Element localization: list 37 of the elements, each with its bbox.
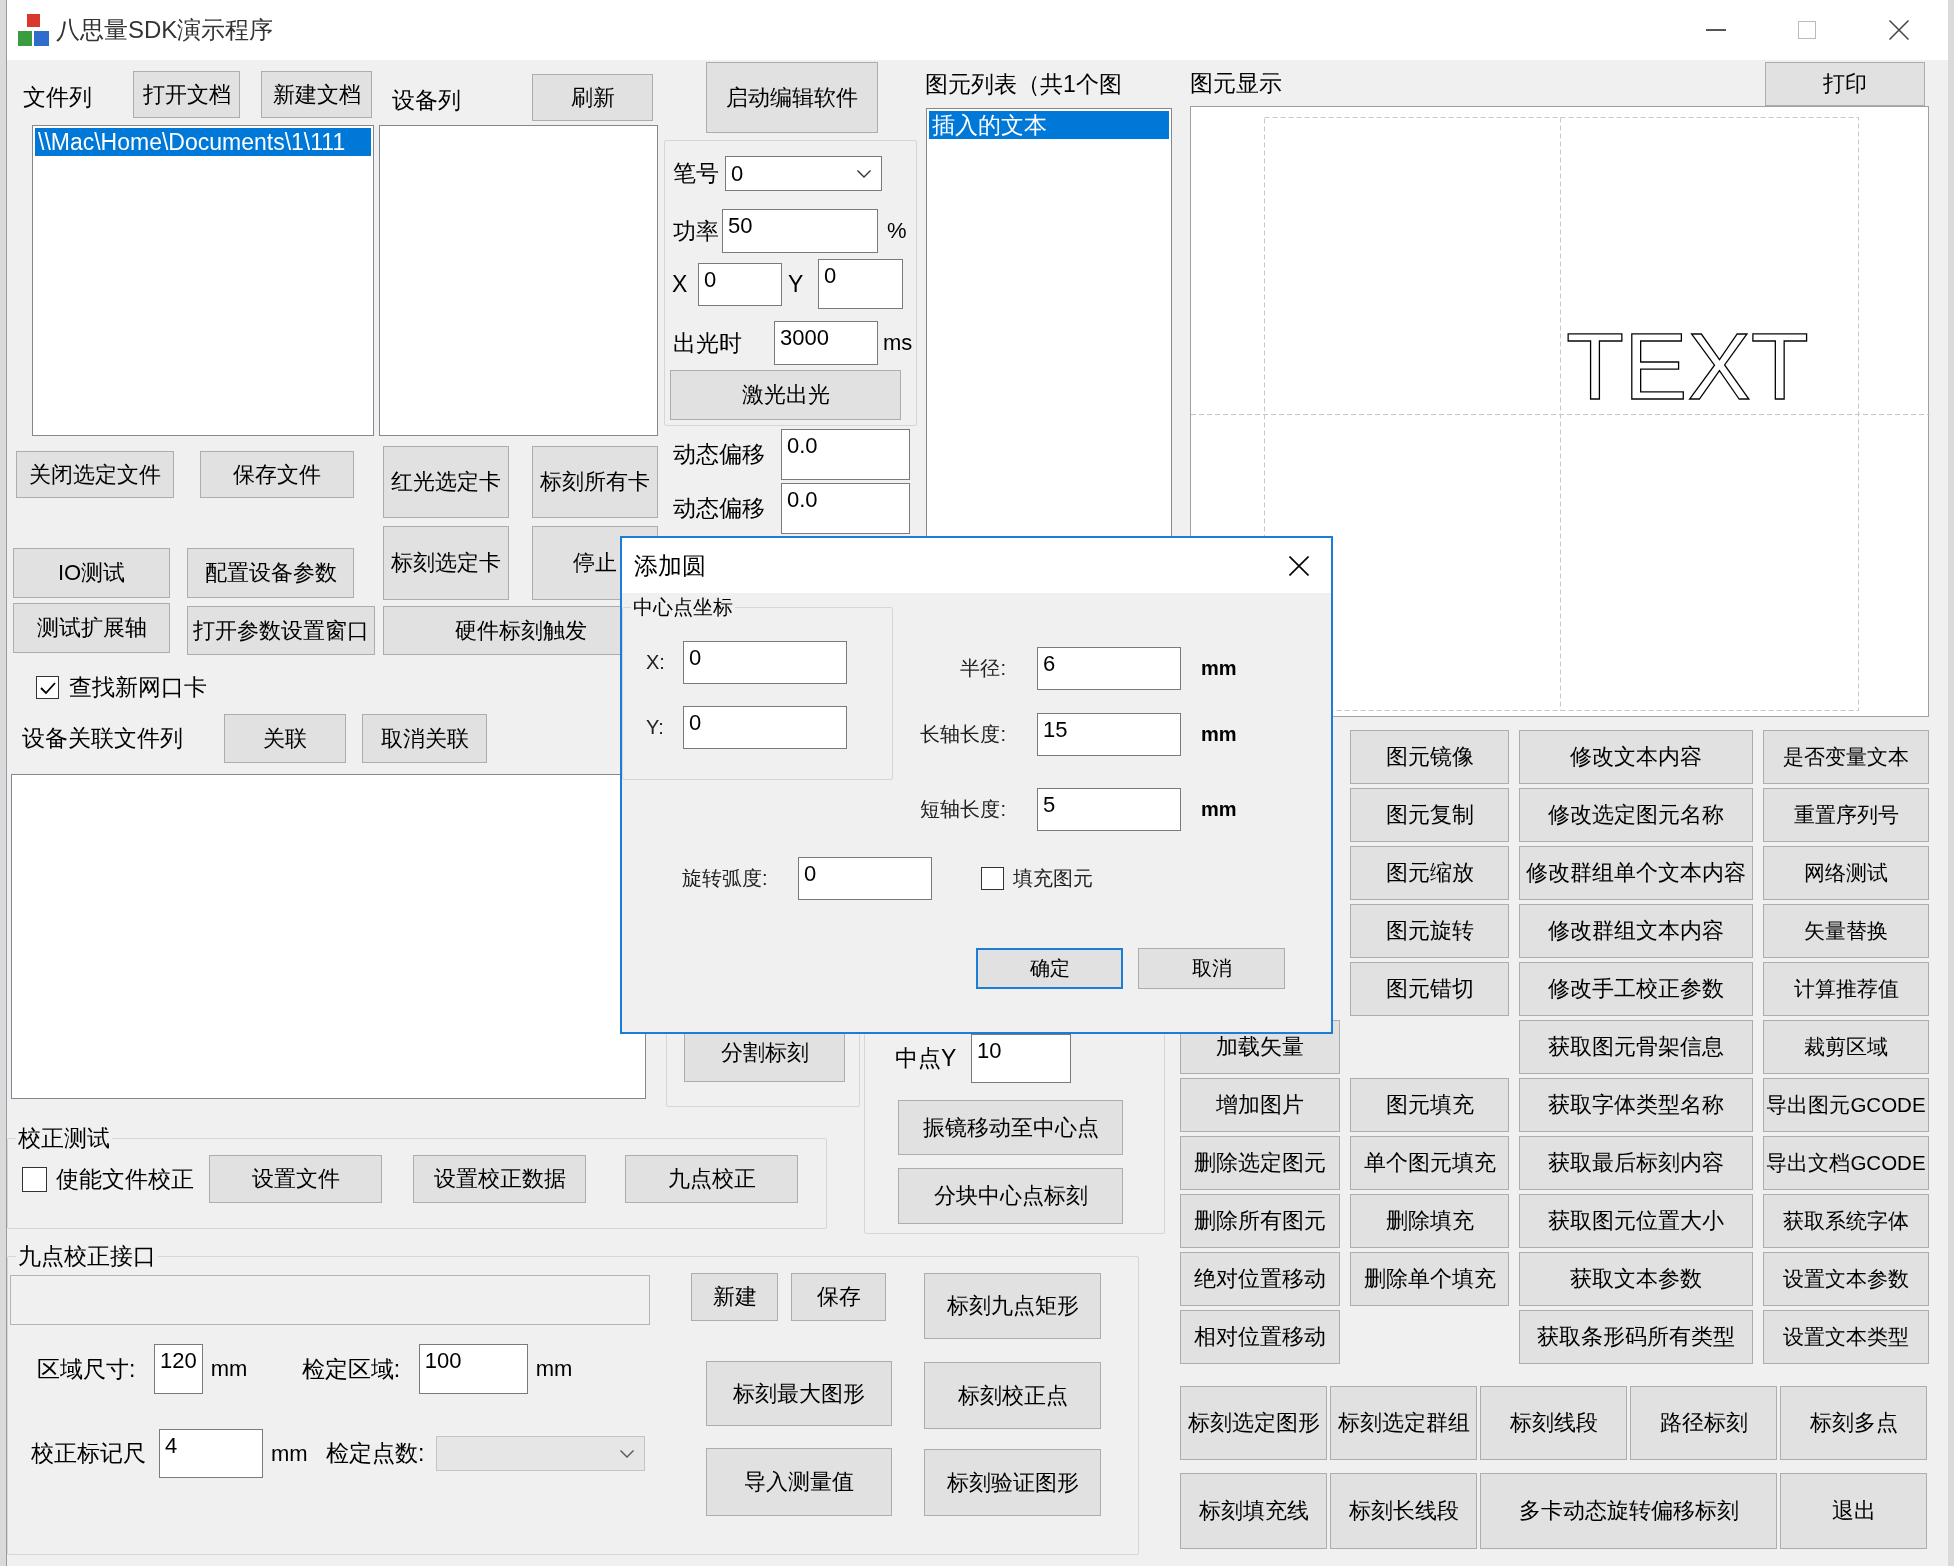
duration-label: 出光时 — [673, 328, 743, 358]
percent-unit: % — [887, 218, 907, 244]
dynamic-offset-label: 动态偏移 — [673, 494, 766, 523]
point-count-label: 检定点数: — [326, 1439, 426, 1468]
mm-unit: mm — [210, 1356, 249, 1382]
coordinate-label: Y: — [646, 716, 665, 739]
size-label: 检定区域: — [301, 1354, 402, 1384]
canvas-text: TEXT — [1566, 313, 1809, 419]
size-label: 半径: — [959, 656, 1007, 681]
window-title: 八思量SDK演示程序 — [56, 15, 274, 45]
mm-unit: mm — [271, 1440, 309, 1467]
ms-unit: ms — [883, 330, 913, 356]
mm-unit: mm — [1201, 657, 1237, 680]
x-label: X — [672, 270, 689, 298]
device-list-label: 设备列 — [392, 86, 462, 115]
y-label: Y — [788, 270, 805, 298]
checkbox-label: 查找新网口卡 — [69, 673, 207, 702]
element-list-label: 图元列表（共1个图 — [925, 70, 1123, 99]
rotation-label: 旋转弧度: — [682, 866, 769, 891]
size-label: 短轴长度: — [919, 797, 1007, 822]
center-y-label: 中点Y — [895, 1044, 958, 1073]
size-label: 区域尺寸: — [37, 1354, 137, 1384]
mm-unit: mm — [1201, 723, 1237, 746]
checkbox-label: 填充图元 — [1013, 866, 1093, 891]
display-label: 图元显示 — [1190, 68, 1282, 98]
mm-unit: mm — [535, 1356, 574, 1382]
group-title: 校正测试 — [17, 1124, 111, 1152]
pen-label: 笔号 — [673, 159, 720, 188]
power-label: 功率 — [673, 216, 720, 246]
marker-size-label: 校正标记尺 — [31, 1439, 147, 1468]
file-list-label: 文件列 — [23, 83, 93, 112]
mm-unit: mm — [1201, 798, 1237, 821]
group-title: 九点校正接口 — [17, 1242, 157, 1270]
association-label: 设备关联文件列 — [22, 724, 184, 753]
dynamic-offset-label: 动态偏移 — [673, 440, 766, 469]
checkbox-label: 使能文件校正 — [56, 1164, 195, 1194]
size-label: 长轴长度: — [919, 722, 1007, 747]
